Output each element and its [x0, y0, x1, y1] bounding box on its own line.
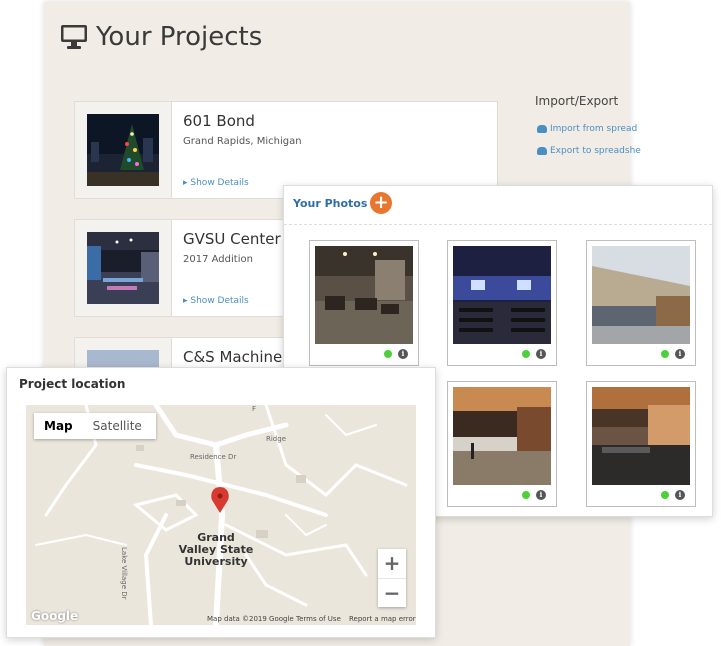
- status-dot: [522, 491, 530, 499]
- tab-map[interactable]: Map: [34, 413, 83, 439]
- export-link[interactable]: Export to spreadshe: [537, 146, 641, 156]
- photo-thumbnail[interactable]: [592, 246, 690, 344]
- plus-icon: +: [373, 192, 389, 213]
- show-details-link[interactable]: ▸ Show Details: [183, 296, 249, 306]
- location-marker-icon: [211, 487, 229, 513]
- add-photo-button[interactable]: +: [370, 192, 392, 214]
- photos-title: Your Photos: [293, 197, 368, 210]
- project-thumbnail[interactable]: [75, 220, 172, 316]
- project-name[interactable]: 601 Bond: [183, 112, 255, 130]
- info-icon[interactable]: i: [398, 349, 408, 359]
- import-link[interactable]: Import from spread: [537, 124, 637, 134]
- page-title: Your Projects: [60, 22, 262, 52]
- terms-link[interactable]: Terms of Use: [296, 615, 341, 623]
- map-title: Project location: [19, 377, 126, 391]
- zoom-in-button[interactable]: +: [378, 549, 406, 579]
- tab-satellite[interactable]: Satellite: [83, 413, 152, 439]
- photo-card[interactable]: i: [447, 240, 557, 366]
- page-title-text: Your Projects: [96, 22, 263, 52]
- photo-thumbnail[interactable]: [453, 246, 551, 344]
- project-photo: [87, 114, 159, 186]
- status-dot: [384, 350, 392, 358]
- project-photo: [87, 232, 159, 304]
- project-subtitle: 2017 Addition: [183, 254, 253, 265]
- place-label: Grand Valley State University: [176, 532, 256, 568]
- show-details-label: Show Details: [190, 178, 249, 188]
- zoom-controls: + −: [378, 549, 406, 607]
- place-label-line: University: [184, 555, 248, 568]
- status-dot: [522, 350, 530, 358]
- project-name[interactable]: C&S Machine: [183, 348, 282, 366]
- show-details-link[interactable]: ▸ Show Details: [183, 178, 249, 188]
- info-icon[interactable]: i: [675, 490, 685, 500]
- photo-card[interactable]: i: [309, 240, 419, 366]
- photos-divider: [284, 224, 712, 225]
- road-label: Residence Dr: [190, 453, 237, 461]
- road-label: F: [252, 405, 257, 413]
- monitor-icon: [61, 25, 87, 49]
- info-icon[interactable]: i: [536, 349, 546, 359]
- photo-card[interactable]: i: [586, 381, 696, 507]
- photo-thumbnail[interactable]: [592, 387, 690, 485]
- map-panel: Project location Map Satellite Residence…: [6, 367, 436, 638]
- zoom-out-button[interactable]: −: [378, 579, 406, 608]
- show-details-label: Show Details: [190, 296, 249, 306]
- map-view[interactable]: Map Satellite Residence Dr Lake Village …: [26, 405, 416, 625]
- project-thumbnail[interactable]: [75, 102, 172, 198]
- info-icon[interactable]: i: [675, 349, 685, 359]
- import-export-title: Import/Export: [535, 94, 619, 108]
- cloud-download-icon: [537, 146, 547, 155]
- photo-card[interactable]: i: [586, 240, 696, 366]
- photo-card[interactable]: i: [447, 381, 557, 507]
- cloud-upload-icon: [537, 124, 547, 133]
- map-attribution: Map data ©2019 Google: [207, 615, 294, 623]
- import-label: Import from spread: [550, 124, 638, 134]
- road-label: Ridge: [266, 435, 287, 443]
- info-icon[interactable]: i: [536, 490, 546, 500]
- status-dot: [661, 491, 669, 499]
- map-type-tabs: Map Satellite: [34, 413, 156, 439]
- google-logo: Google: [31, 609, 79, 623]
- report-error-link[interactable]: Report a map error: [349, 615, 416, 623]
- photo-thumbnail[interactable]: [315, 246, 413, 344]
- status-dot: [661, 350, 669, 358]
- project-location: Grand Rapids, Michigan: [183, 136, 302, 147]
- road-label: Lake Village Dr: [120, 547, 128, 600]
- export-label: Export to spreadshe: [550, 146, 641, 156]
- photo-thumbnail[interactable]: [453, 387, 551, 485]
